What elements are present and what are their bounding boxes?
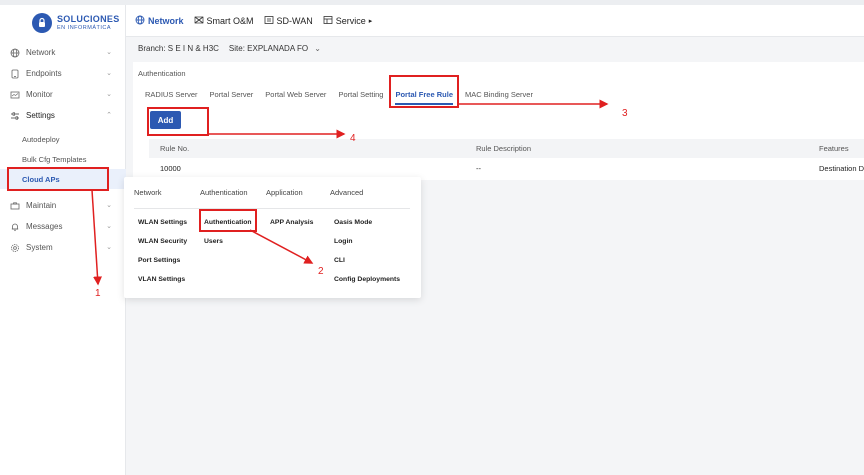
sd-wan-icon xyxy=(264,15,274,27)
sidebar-item-label: System xyxy=(26,243,53,252)
annotation-box-authentication xyxy=(199,209,257,232)
menu-item-config-deployments[interactable]: Config Deployments xyxy=(334,276,400,283)
sidebar-item-label: Endpoints xyxy=(26,69,62,78)
table-header: Rule No. Rule Description Features xyxy=(149,139,864,158)
page-title: Authentication xyxy=(138,69,186,78)
annotation-box-cloud-aps xyxy=(7,167,109,191)
sidebar-item-label: Messages xyxy=(26,222,63,231)
annotation-label-2: 2 xyxy=(318,266,324,277)
site-label: Site: EXPLANADA FO xyxy=(228,43,309,53)
brand-tagline: EN INFORMÁTICA xyxy=(57,24,112,31)
menu-item-wlan-security[interactable]: WLAN Security xyxy=(138,238,187,245)
sidebar-item-network[interactable]: Network ⌄ xyxy=(0,42,126,63)
menu-item-cli[interactable]: CLI xyxy=(334,257,345,264)
menu-item-app-analysis[interactable]: APP Analysis xyxy=(270,219,313,226)
header-tab-service[interactable]: Service ▸ xyxy=(323,5,373,37)
menu-header-advanced: Advanced xyxy=(330,188,364,197)
top-header: Network Smart O&M SD-WAN Service ▸ xyxy=(126,5,864,37)
table-row[interactable]: 10000 -- Destination D xyxy=(149,159,864,178)
annotation-box-add xyxy=(147,107,209,136)
branch-selector[interactable]: Branch: S E I N & H3C xyxy=(138,44,219,53)
annotation-label-1: 1 xyxy=(95,288,101,299)
header-tab-smart-om[interactable]: Smart O&M xyxy=(194,5,254,37)
menu-item-port-settings[interactable]: Port Settings xyxy=(138,257,180,264)
menu-item-vlan-settings[interactable]: VLAN Settings xyxy=(138,276,185,283)
header-tab-network[interactable]: Network xyxy=(135,5,184,37)
cloud-aps-menu: Network Authentication Application Advan… xyxy=(124,177,421,298)
menu-divider xyxy=(134,208,410,209)
sidebar-subitem-autodeploy[interactable]: Autodeploy xyxy=(0,129,126,149)
auth-tabs: RADIUS Server Portal Server Portal Web S… xyxy=(145,90,545,105)
menu-header-network: Network xyxy=(134,188,162,197)
chevron-down-icon: ⌄ xyxy=(314,43,321,53)
sidebar-item-messages[interactable]: Messages ⌄ xyxy=(0,216,126,237)
service-icon xyxy=(323,15,333,27)
tab-portal-server[interactable]: Portal Server xyxy=(210,90,254,105)
column-header-rule-no[interactable]: Rule No. xyxy=(160,144,189,153)
column-header-rule-description[interactable]: Rule Description xyxy=(476,144,531,153)
annotation-box-portal-free-rule xyxy=(389,75,459,108)
tab-portal-setting[interactable]: Portal Setting xyxy=(338,90,383,105)
sidebar-item-system[interactable]: System ⌄ xyxy=(0,237,126,258)
menu-header-authentication: Authentication xyxy=(200,188,248,197)
branch-site-bar: Branch: S E I N & H3C Site: EXPLANADA FO… xyxy=(126,37,864,59)
sidebar-item-endpoints[interactable]: Endpoints ⌄ xyxy=(0,63,126,84)
menu-item-oasis-mode[interactable]: Oasis Mode xyxy=(334,219,372,226)
menu-item-login[interactable]: Login xyxy=(334,238,353,245)
bell-icon xyxy=(10,222,20,232)
chevron-down-icon: ⌄ xyxy=(106,244,112,251)
gear-icon xyxy=(10,243,20,253)
monitor-icon xyxy=(10,90,20,100)
globe-icon xyxy=(10,48,20,58)
smart-om-icon xyxy=(194,15,204,27)
main-panel: Authentication RADIUS Server Portal Serv… xyxy=(133,62,864,180)
annotation-label-3: 3 xyxy=(622,108,628,119)
sidebar-nav: Network ⌄ Endpoints ⌄ Monitor ⌄ Settings… xyxy=(0,42,126,258)
tab-radius-server[interactable]: RADIUS Server xyxy=(145,90,198,105)
cell-rule-no: 10000 xyxy=(160,164,181,173)
menu-item-wlan-settings[interactable]: WLAN Settings xyxy=(138,219,187,226)
header-tab-label: Service xyxy=(335,15,366,26)
caret-right-icon: ▸ xyxy=(368,17,373,25)
toolbox-icon xyxy=(10,201,20,211)
sidebar-item-maintain[interactable]: Maintain ⌄ xyxy=(0,195,126,216)
sidebar-item-settings[interactable]: Settings ⌃ xyxy=(0,105,126,126)
annotation-label-4: 4 xyxy=(350,133,356,144)
sidebar-item-label: Network xyxy=(26,48,56,57)
lock-shield-icon xyxy=(32,13,52,33)
globe-icon xyxy=(135,15,145,27)
header-tab-label: Network xyxy=(148,15,184,26)
tablet-icon xyxy=(10,69,20,79)
sidebar-item-monitor[interactable]: Monitor ⌄ xyxy=(0,84,126,105)
column-header-features[interactable]: Features xyxy=(819,144,849,153)
cell-rule-description: -- xyxy=(476,164,481,173)
tab-portal-web-server[interactable]: Portal Web Server xyxy=(265,90,326,105)
sliders-icon xyxy=(10,111,20,121)
brand-logo[interactable]: SOLUCIONES EN INFORMÁTICA xyxy=(32,11,120,35)
brand-name: SOLUCIONES xyxy=(57,13,120,24)
chevron-down-icon: ⌄ xyxy=(106,70,112,77)
sidebar-item-label: Monitor xyxy=(26,90,53,99)
sidebar: SOLUCIONES EN INFORMÁTICA Network ⌄ Endp… xyxy=(0,5,126,475)
sidebar-item-label: Settings xyxy=(26,111,55,120)
header-tab-label: SD-WAN xyxy=(276,15,313,26)
menu-item-users[interactable]: Users xyxy=(204,238,223,245)
header-tab-sd-wan[interactable]: SD-WAN xyxy=(264,5,313,37)
header-nav: Network Smart O&M SD-WAN Service ▸ xyxy=(135,5,382,37)
menu-header-application: Application xyxy=(266,188,303,197)
chevron-down-icon: ⌄ xyxy=(106,223,112,230)
sidebar-item-label: Maintain xyxy=(26,201,57,210)
chevron-down-icon: ⌄ xyxy=(106,49,112,56)
chevron-up-icon: ⌃ xyxy=(106,112,112,119)
tab-mac-binding-server[interactable]: MAC Binding Server xyxy=(465,90,533,105)
cell-features: Destination D xyxy=(819,164,864,173)
chevron-down-icon: ⌄ xyxy=(106,202,112,209)
chevron-down-icon: ⌄ xyxy=(106,91,112,98)
sidebar-subitem-bulk-cfg-templates[interactable]: Bulk Cfg Templates xyxy=(0,149,126,169)
header-tab-label: Smart O&M xyxy=(206,15,254,26)
site-selector[interactable]: Site: EXPLANADA FO ⌄ xyxy=(229,44,321,53)
